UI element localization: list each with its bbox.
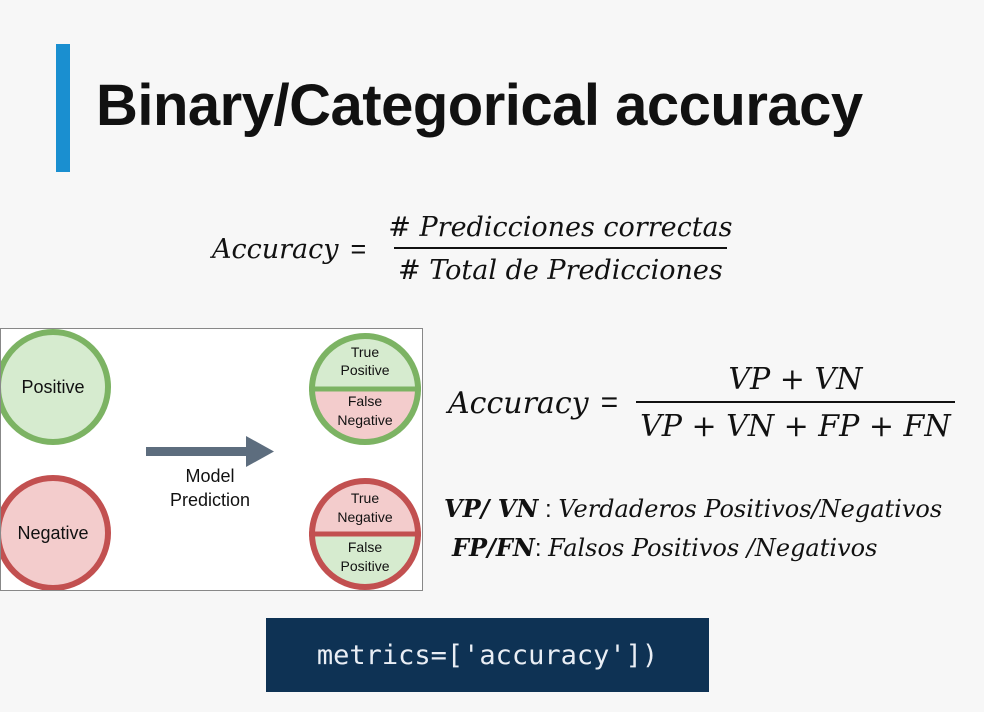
legend-term: VP/ VN — [444, 494, 539, 523]
legend-separator: : — [534, 535, 549, 562]
actual-positive-label: Positive — [21, 377, 84, 397]
code-snippet: metrics=['accuracy']) — [316, 639, 659, 671]
code-snippet-box: metrics=['accuracy']) — [266, 618, 709, 692]
true-positive-line1: True — [351, 344, 379, 360]
legend-description: Falsos Positivos /Negativos — [548, 534, 878, 562]
formula1-numerator: # Predicciones correctas — [388, 212, 733, 243]
actual-negative-label: Negative — [17, 523, 88, 543]
formula1-fraction: # Predicciones correctas # Total de Pred… — [384, 212, 736, 286]
title-accent-bar — [56, 44, 70, 172]
arrow-label-line2: Prediction — [170, 490, 250, 510]
arrow-label-line1: Model — [185, 466, 234, 486]
legend-description: Verdaderos Positivos/Negativos — [558, 495, 943, 523]
arrow-right-icon — [146, 436, 274, 467]
formula1-lhs: Accuracy — [212, 233, 339, 265]
false-negative-line2: Negative — [337, 412, 392, 428]
legend-row-fp-fn: FP/FN: Falsos Positivos /Negativos — [444, 529, 942, 568]
accuracy-formula-terms: Accuracy = VP + VN VP + VN + FP + FN — [448, 362, 955, 444]
legend-term: FP/FN — [452, 533, 535, 562]
confusion-diagram: Positive Negative Model Prediction True … — [0, 328, 423, 591]
confusion-diagram-svg: Positive Negative Model Prediction True … — [0, 329, 421, 591]
slide-title: Binary/Categorical accuracy — [96, 73, 863, 138]
formula2-fraction: VP + VN VP + VN + FP + FN — [636, 362, 955, 444]
true-negative-line1: True — [351, 490, 379, 506]
abbreviation-legend: VP/ VN : Verdaderos Positivos/Negativos … — [444, 490, 942, 568]
formula2-equals: = — [600, 386, 619, 419]
legend-separator: : — [538, 496, 559, 523]
false-positive-line1: False — [348, 539, 382, 555]
legend-row-vp-vn: VP/ VN : Verdaderos Positivos/Negativos — [444, 490, 942, 529]
formula2-lhs: Accuracy — [448, 385, 589, 421]
true-negative-line2: Negative — [337, 509, 392, 525]
false-positive-line2: Positive — [340, 558, 389, 574]
formula2-denominator: VP + VN + FP + FN — [636, 401, 955, 444]
formula1-equals: = — [350, 233, 367, 264]
true-positive-line2: Positive — [340, 362, 389, 378]
formula1-denominator: # Total de Predicciones — [394, 247, 727, 286]
formula2-numerator: VP + VN — [728, 362, 863, 397]
false-negative-line1: False — [348, 393, 382, 409]
accuracy-formula-words: Accuracy = # Predicciones correctas # To… — [212, 212, 737, 286]
